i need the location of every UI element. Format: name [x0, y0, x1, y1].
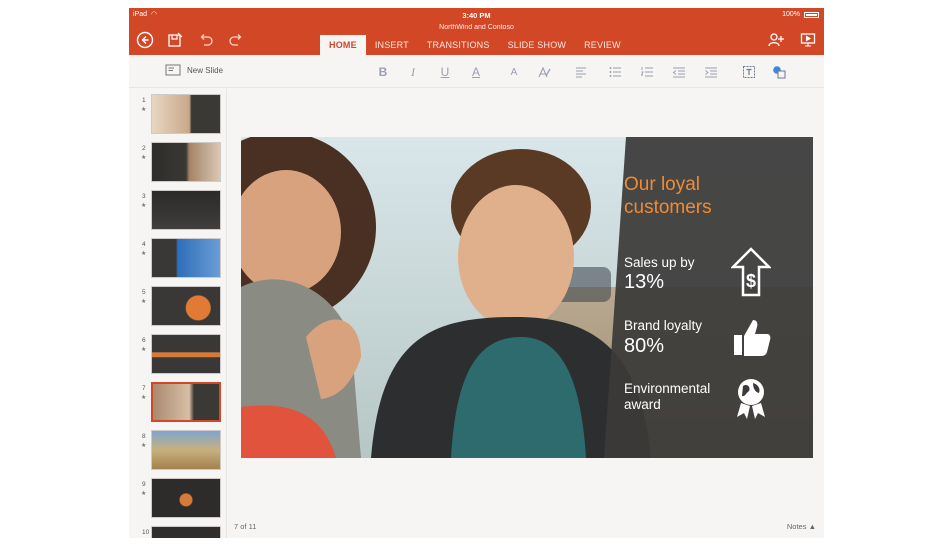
- font-color-button[interactable]: A: [467, 63, 485, 81]
- star-icon: ★: [141, 395, 147, 401]
- align-left-icon[interactable]: [572, 63, 590, 81]
- stat-value: 13%: [624, 271, 665, 293]
- numbered-list-icon[interactable]: [638, 63, 656, 81]
- clock: 3:40 PM: [462, 11, 491, 20]
- bullet-list-icon[interactable]: [606, 63, 624, 81]
- thumbnail-number: 4: [142, 241, 146, 248]
- tab-slide-show[interactable]: SLIDE SHOW: [499, 35, 576, 55]
- notes-label: Notes: [786, 522, 807, 531]
- thumbnail-item[interactable]: 1 ★: [129, 92, 226, 136]
- thumbnail-image: [151, 142, 221, 182]
- new-slide-label: New Slide: [187, 65, 224, 75]
- thumbnail-item-selected[interactable]: 7 ★: [129, 380, 226, 424]
- star-icon: ★: [141, 155, 147, 161]
- stat-label: Environmental award: [624, 381, 711, 412]
- stat-value: 80%: [624, 335, 665, 357]
- thumbnail-number: 7: [142, 385, 146, 392]
- ribbon-tabs: HOME INSERT TRANSITIONS SLIDE SHOW REVIE…: [320, 35, 630, 55]
- thumbnail-image: [151, 382, 221, 422]
- star-icon: ★: [141, 203, 147, 209]
- star-icon: ★: [141, 491, 147, 497]
- thumbnail-image: [151, 430, 221, 470]
- thumbnail-item[interactable]: 10: [129, 524, 226, 538]
- thumbnail-item[interactable]: 6 ★: [129, 332, 226, 376]
- svg-text:$: $: [746, 271, 756, 291]
- tab-review[interactable]: REVIEW: [575, 35, 630, 55]
- thumbnail-item[interactable]: 5 ★: [129, 284, 226, 328]
- thumbnail-image: [151, 238, 221, 278]
- formatting-toolbar: New Slide B I U A A: [129, 55, 824, 88]
- notes-button[interactable]: Notes ▲: [787, 522, 816, 531]
- thumbnail-image: [151, 334, 221, 374]
- thumbnail-image: [151, 286, 221, 326]
- ribbon-header: iPad ◠ 3:40 PM 100% NorthWind and Contos…: [129, 8, 824, 55]
- thumbnail-number: 10: [142, 529, 150, 536]
- highlight-icon[interactable]: [535, 63, 553, 81]
- app-window: iPad ◠ 3:40 PM 100% NorthWind and Contos…: [129, 8, 824, 538]
- slide-title[interactable]: Our loyal customers: [624, 173, 774, 219]
- page-indicator: 7 of 11: [234, 522, 257, 531]
- text-box-icon[interactable]: [740, 63, 758, 81]
- battery-label: 100%: [782, 11, 800, 18]
- star-icon: ★: [141, 299, 147, 305]
- star-icon: ★: [141, 347, 147, 353]
- increase-indent-icon[interactable]: [702, 63, 720, 81]
- dollar-arrow-icon: $: [731, 247, 771, 297]
- undo-icon[interactable]: [196, 30, 216, 50]
- shapes-icon[interactable]: [770, 63, 788, 81]
- thumbnail-item[interactable]: 8 ★: [129, 428, 226, 472]
- present-icon[interactable]: [798, 30, 818, 50]
- redo-icon[interactable]: [226, 30, 246, 50]
- bold-button[interactable]: B: [374, 63, 392, 81]
- decrease-indent-icon[interactable]: [670, 63, 688, 81]
- thumbnail-item[interactable]: 3 ★: [129, 188, 226, 232]
- thumbnail-number: 2: [142, 145, 146, 152]
- stat-label: Brand loyalty: [624, 318, 703, 333]
- battery-icon: [804, 12, 819, 18]
- tab-transitions[interactable]: TRANSITIONS: [418, 35, 499, 55]
- share-person-icon[interactable]: [766, 30, 786, 50]
- thumbnail-number: 1: [142, 97, 146, 104]
- tab-insert[interactable]: INSERT: [366, 35, 418, 55]
- thumbnail-number: 9: [142, 481, 146, 488]
- star-icon: ★: [141, 251, 147, 257]
- back-icon[interactable]: [135, 30, 155, 50]
- status-bar: iPad ◠ 3:40 PM 100%: [129, 8, 824, 22]
- thumbs-up-icon: [734, 320, 771, 356]
- star-icon: ★: [141, 107, 147, 113]
- font-size-button[interactable]: A: [505, 63, 523, 81]
- status-footer: 7 of 11 Notes ▲: [227, 513, 824, 538]
- save-icon[interactable]: [165, 30, 185, 50]
- thumbnail-number: 3: [142, 193, 146, 200]
- thumbnail-image: [151, 526, 221, 538]
- globe-award-icon: [737, 379, 765, 419]
- stat-label: Sales up by: [624, 255, 695, 270]
- tab-home[interactable]: HOME: [320, 35, 366, 55]
- chevron-up-icon: ▲: [808, 522, 816, 531]
- thumbnail-image: [151, 94, 221, 134]
- italic-button[interactable]: I: [404, 63, 422, 81]
- thumbnail-number: 5: [142, 289, 146, 296]
- slide-thumbnail-pane[interactable]: 1 ★ 2 ★ 3 ★ 4 ★ 5 ★ 6 ★ 7 ★ 8 ★ 9 ★ 10: [129, 89, 227, 538]
- thumbnail-image: [151, 190, 221, 230]
- new-slide-icon: [165, 64, 181, 76]
- thumbnail-image: [151, 478, 221, 518]
- thumbnail-number: 6: [142, 337, 146, 344]
- star-icon: ★: [141, 443, 147, 449]
- thumbnail-item[interactable]: 2 ★: [129, 140, 226, 184]
- thumbnail-item[interactable]: 4 ★: [129, 236, 226, 280]
- underline-button[interactable]: U: [436, 63, 454, 81]
- new-slide-button[interactable]: New Slide: [165, 64, 223, 76]
- thumbnail-number: 8: [142, 433, 146, 440]
- slide-canvas[interactable]: Our loyal customers Sales up by 13% $ Br…: [241, 137, 813, 458]
- thumbnail-item[interactable]: 9 ★: [129, 476, 226, 520]
